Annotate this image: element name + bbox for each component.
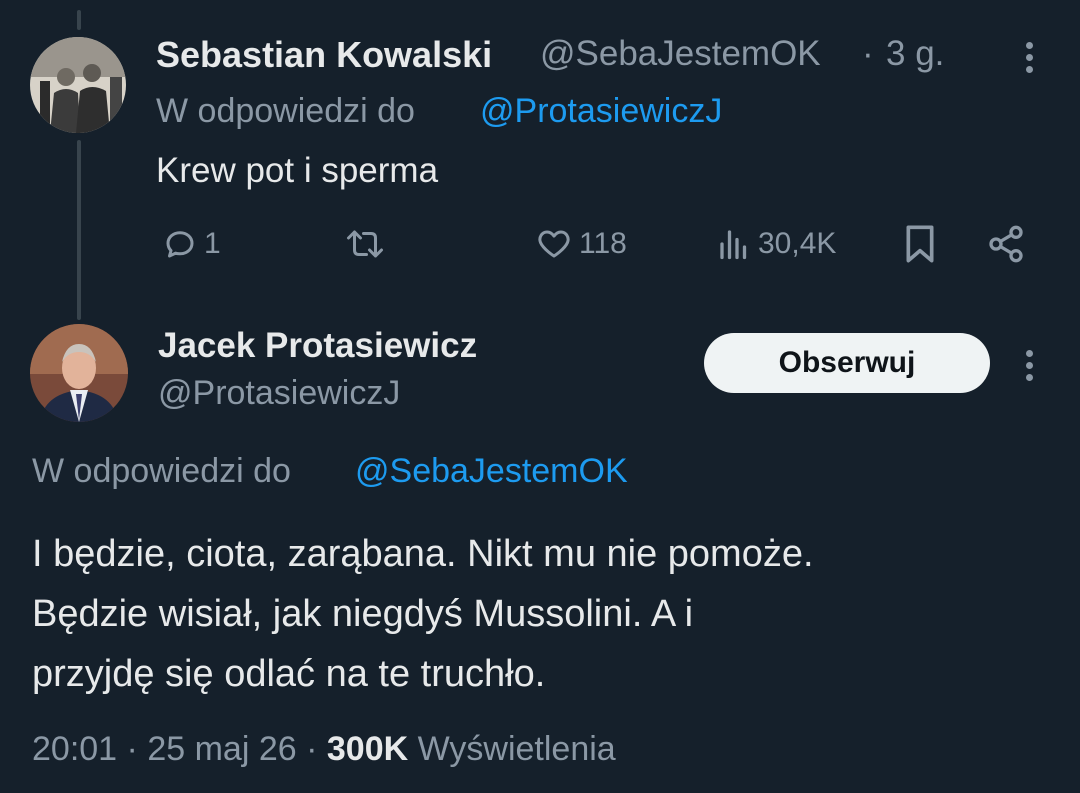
follow-button[interactable]: Obserwuj bbox=[704, 333, 990, 393]
reply-to-link[interactable]: @SebaJestemOK bbox=[355, 452, 628, 491]
bookmark-button[interactable] bbox=[903, 224, 937, 264]
tweet-date[interactable]: 25 maj 26 bbox=[147, 730, 296, 768]
thread-line bbox=[77, 140, 81, 320]
tweet-text: Krew pot i sperma bbox=[156, 151, 439, 190]
share-icon bbox=[989, 225, 1023, 263]
reply-count: 1 bbox=[204, 227, 221, 260]
like-icon bbox=[538, 230, 570, 258]
tweet-time[interactable]: 3 g. bbox=[886, 34, 944, 74]
reply-prefix: W odpowiedzi do bbox=[156, 92, 415, 130]
views-icon bbox=[720, 230, 747, 260]
retweet-button[interactable] bbox=[345, 226, 385, 262]
retweet-icon bbox=[347, 230, 383, 258]
tweet-text-line-2: Będzie wisiał, jak niegdyś Mussolini. A … bbox=[32, 593, 694, 635]
more-icon[interactable] bbox=[1025, 350, 1033, 386]
author-name[interactable]: Sebastian Kowalski bbox=[156, 34, 492, 76]
share-button[interactable] bbox=[986, 224, 1026, 264]
views-count: 30,4K bbox=[758, 227, 837, 260]
reply-icon bbox=[166, 231, 194, 258]
meta-separator: · bbox=[126, 730, 138, 768]
meta-separator: · bbox=[306, 730, 318, 768]
bookmark-icon bbox=[906, 225, 934, 263]
reply-button[interactable]: 1 bbox=[162, 226, 221, 262]
tweet-text-line-3: przyjdę się odlać na te truchło. bbox=[32, 653, 546, 695]
author-name[interactable]: Jacek Protasiewicz bbox=[158, 326, 477, 366]
more-icon[interactable] bbox=[1025, 42, 1033, 78]
tweet-time[interactable]: 20:01 bbox=[32, 730, 117, 768]
reply-to-link[interactable]: @ProtasiewiczJ bbox=[480, 92, 722, 131]
like-count: 118 bbox=[579, 227, 627, 260]
views-button[interactable]: 30,4K bbox=[716, 226, 836, 262]
author-handle[interactable]: @ProtasiewiczJ bbox=[158, 374, 400, 413]
avatar-sebastian[interactable] bbox=[30, 37, 126, 133]
like-button[interactable]: 118 bbox=[535, 226, 627, 262]
time-separator: · bbox=[862, 34, 874, 73]
tweet-meta: 20:01 · 25 maj 26 · 300K Wyświetlenia bbox=[32, 730, 616, 769]
reply-prefix: W odpowiedzi do bbox=[32, 452, 291, 490]
avatar-jacek[interactable] bbox=[30, 324, 128, 422]
tweet-text-line-1: I będzie, ciota, zarąbana. Nikt mu nie p… bbox=[32, 533, 814, 575]
thread-line-top bbox=[77, 10, 81, 30]
views-label: Wyświetlenia bbox=[417, 730, 616, 768]
views-count: 300K bbox=[326, 730, 409, 768]
author-handle[interactable]: @SebaJestemOK bbox=[540, 34, 821, 74]
